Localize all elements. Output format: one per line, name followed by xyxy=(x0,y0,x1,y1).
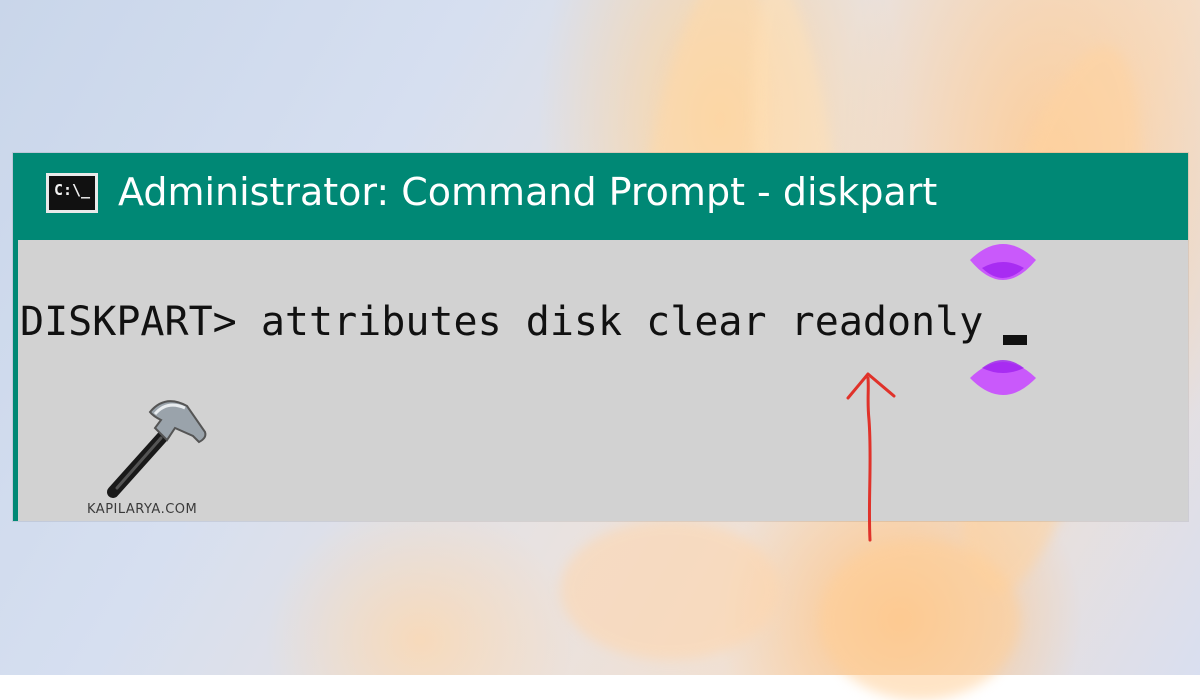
text-cursor xyxy=(1003,335,1027,345)
console-prompt: DISKPART> xyxy=(20,299,237,345)
window-border xyxy=(13,153,18,521)
console-command: attributes disk clear readonly xyxy=(260,299,984,345)
command-prompt-icon: C:\_ xyxy=(46,173,98,213)
watermark-brand: KAPILARYA.COM xyxy=(87,502,198,517)
hammer-logo-icon xyxy=(107,400,207,498)
window-title: Administrator: Command Prompt - diskpart xyxy=(118,170,938,214)
title-bar[interactable]: C:\_ Administrator: Command Prompt - dis… xyxy=(13,153,1188,240)
icon-label: C:\_ xyxy=(53,181,91,199)
console-command-line[interactable]: DISKPART> attributes disk clear readonly xyxy=(20,296,983,348)
